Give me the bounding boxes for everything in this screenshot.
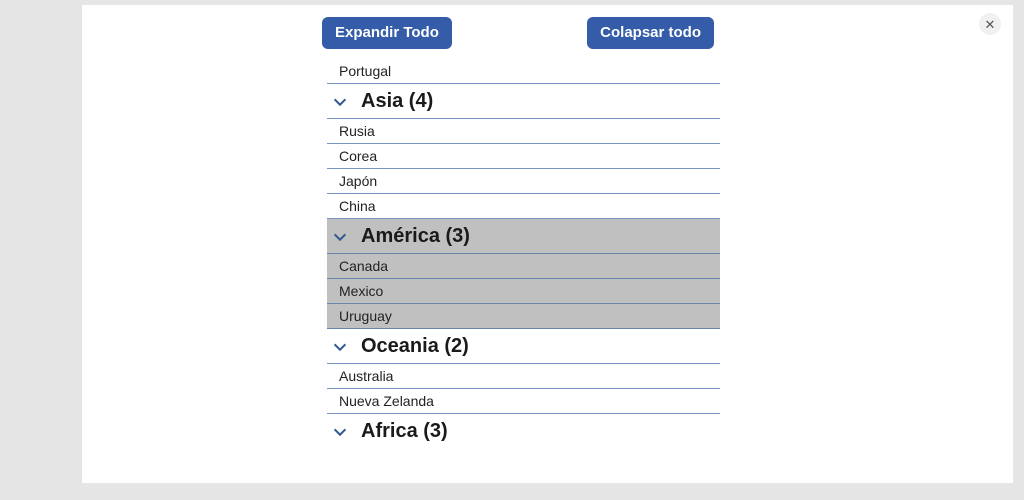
tree-list-scroll[interactable]: Portugal Asia (4) Rusia Corea Japón Chin…	[327, 59, 720, 451]
chevron-down-icon	[331, 423, 349, 441]
group-america: América (3) Canada Mexico Uruguay	[327, 219, 720, 329]
group-header[interactable]: América (3)	[327, 219, 720, 254]
list-item[interactable]: Uruguay	[327, 303, 720, 329]
list-item[interactable]: Corea	[327, 143, 720, 169]
group-header[interactable]: Oceania (2)	[327, 329, 720, 364]
list-item[interactable]: Portugal	[327, 59, 720, 84]
expand-all-button[interactable]: Expandir Todo	[322, 17, 452, 49]
list-item[interactable]: China	[327, 193, 720, 219]
list-item[interactable]: Rusia	[327, 118, 720, 144]
group-title: Asia (4)	[361, 90, 433, 113]
modal-dialog: ✕ Expandir Todo Colapsar todo Portugal A…	[82, 5, 1013, 483]
group-title: Oceania (2)	[361, 335, 469, 358]
tree-list-content: Portugal Asia (4) Rusia Corea Japón Chin…	[327, 59, 720, 449]
group-oceania: Oceania (2) Australia Nueva Zelanda	[327, 329, 720, 414]
list-item[interactable]: Mexico	[327, 278, 720, 304]
group-title: América (3)	[361, 225, 470, 248]
group-header[interactable]: Africa (3)	[327, 414, 720, 449]
close-button[interactable]: ✕	[979, 13, 1001, 35]
group-title: Africa (3)	[361, 420, 448, 443]
group-africa: Africa (3)	[327, 414, 720, 449]
list-item[interactable]: Nueva Zelanda	[327, 388, 720, 414]
close-icon: ✕	[985, 18, 996, 31]
list-item[interactable]: Canada	[327, 253, 720, 279]
group-asia: Asia (4) Rusia Corea Japón China	[327, 84, 720, 219]
chevron-down-icon	[331, 338, 349, 356]
group-header[interactable]: Asia (4)	[327, 84, 720, 119]
list-item[interactable]: Australia	[327, 363, 720, 389]
chevron-down-icon	[331, 228, 349, 246]
toolbar: Expandir Todo Colapsar todo	[322, 17, 714, 59]
chevron-down-icon	[331, 93, 349, 111]
list-item[interactable]: Japón	[327, 168, 720, 194]
collapse-all-button[interactable]: Colapsar todo	[587, 17, 714, 49]
